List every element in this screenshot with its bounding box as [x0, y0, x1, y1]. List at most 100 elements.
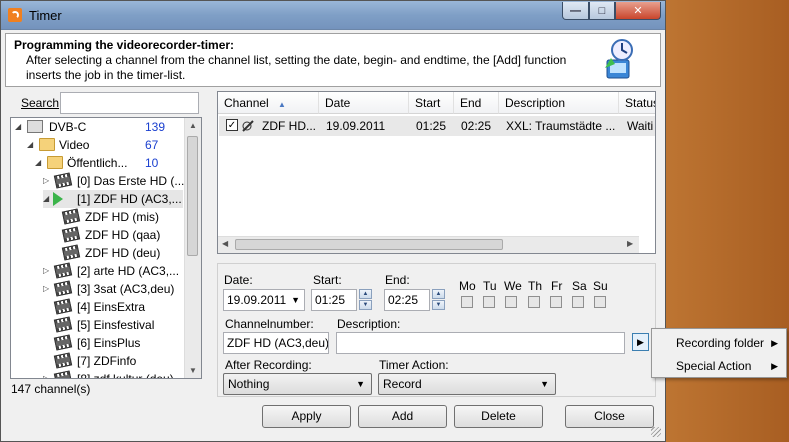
- spin-down-icon[interactable]: ▼: [359, 300, 372, 310]
- scroll-down-icon[interactable]: ▼: [189, 366, 197, 375]
- row-enabled-checkbox[interactable]: ✓: [226, 119, 238, 131]
- film-icon: [53, 370, 73, 378]
- scroll-right-icon[interactable]: ▶: [627, 239, 633, 248]
- apply-button[interactable]: Apply: [262, 405, 351, 428]
- film-icon: [53, 316, 73, 333]
- film-icon: [61, 244, 81, 261]
- film-icon: [53, 262, 73, 279]
- rss-icon: [8, 8, 22, 22]
- search-input[interactable]: [60, 92, 199, 114]
- spin-up-icon[interactable]: ▲: [432, 289, 445, 299]
- menu-item-recording-folder[interactable]: Recording folder ▶: [676, 333, 784, 353]
- maximize-button[interactable]: □: [589, 2, 615, 20]
- channelnumber-field[interactable]: ZDF HD (AC3,deu): [223, 332, 329, 354]
- film-icon: [53, 298, 73, 315]
- film-icon: [61, 208, 81, 225]
- spin-up-icon[interactable]: ▲: [359, 289, 372, 299]
- column-header-start[interactable]: Start: [409, 92, 454, 114]
- description-input[interactable]: [336, 332, 625, 354]
- collapse-icon[interactable]: ◢: [43, 190, 53, 208]
- delete-button[interactable]: Delete: [454, 405, 543, 428]
- timer-action-select[interactable]: Record ▼: [378, 373, 556, 395]
- list-hscrollbar[interactable]: ◀ ▶: [218, 236, 639, 253]
- cell-channel: ZDF HD...: [262, 119, 316, 133]
- cell-date: 19.09.2011: [326, 119, 386, 133]
- timer-list[interactable]: Channel ▲ Date Start End Description Sta…: [217, 91, 656, 254]
- day-label-su: Su: [593, 279, 608, 293]
- day-checkbox-mo[interactable]: [461, 296, 473, 308]
- title-bar[interactable]: Timer — □ ✕: [1, 1, 665, 30]
- timer-window: Timer — □ ✕ Programming the videorecorde…: [0, 0, 666, 442]
- tree-item-label: DVB-C: [49, 120, 87, 134]
- day-checkbox-we[interactable]: [505, 296, 517, 308]
- chevron-down-icon[interactable]: ▼: [356, 374, 365, 394]
- column-header-channel[interactable]: Channel ▲: [218, 92, 319, 114]
- tree-item-label: Öffentlich...: [67, 156, 128, 170]
- day-checkbox-sa[interactable]: [572, 296, 584, 308]
- after-recording-value: Nothing: [228, 377, 270, 391]
- timer-action-label: Timer Action:: [379, 358, 449, 372]
- tree-item-label: [7] ZDFinfo: [77, 354, 137, 368]
- day-checkbox-fr[interactable]: [550, 296, 562, 308]
- start-time-field[interactable]: 01:25: [311, 289, 357, 311]
- column-header-date[interactable]: Date: [319, 92, 409, 114]
- tree-item-count: 139: [145, 120, 166, 134]
- header-description: After selecting a channel from the chann…: [26, 53, 567, 82]
- more-options-button[interactable]: ▶: [632, 333, 649, 351]
- collapse-icon[interactable]: ◢: [27, 136, 37, 154]
- end-time-spinner[interactable]: ▲ ▼: [432, 289, 445, 311]
- satellite-dish-icon: [242, 120, 254, 132]
- channel-tree[interactable]: ◢ DVB-C 139 ◢ Video 67 ◢ Öffentlich... 1…: [10, 117, 202, 379]
- column-header-description[interactable]: Description: [499, 92, 619, 114]
- scroll-thumb[interactable]: [235, 239, 503, 250]
- menu-item-special-action[interactable]: Special Action ▶: [676, 356, 784, 376]
- tree-item-label: [4] EinsExtra: [77, 300, 146, 314]
- menu-item-label: Recording folder: [676, 336, 765, 350]
- column-header-end[interactable]: End: [454, 92, 499, 114]
- spin-down-icon[interactable]: ▼: [432, 300, 445, 310]
- column-header-status[interactable]: Status: [619, 92, 655, 114]
- tree-scrollbar[interactable]: ▲ ▼: [184, 118, 201, 378]
- minimize-button[interactable]: —: [562, 2, 589, 20]
- expand-icon[interactable]: ▷: [43, 370, 53, 378]
- description-label: Description:: [337, 317, 401, 331]
- day-checkbox-th[interactable]: [528, 296, 540, 308]
- scroll-left-icon[interactable]: ◀: [222, 239, 228, 248]
- add-button[interactable]: Add: [358, 405, 447, 428]
- tree-item-count: 67: [145, 138, 159, 152]
- timer-clock-icon: [605, 39, 633, 79]
- sort-ascending-icon: ▲: [278, 100, 286, 109]
- after-recording-select[interactable]: Nothing ▼: [223, 373, 372, 395]
- date-picker[interactable]: 19.09.2011 ▼: [223, 289, 305, 311]
- close-window-button[interactable]: ✕: [615, 2, 661, 20]
- day-checkbox-su[interactable]: [594, 296, 606, 308]
- collapse-icon[interactable]: ◢: [35, 154, 45, 172]
- day-label-fr: Fr: [551, 279, 563, 293]
- day-label-th: Th: [528, 279, 543, 293]
- end-label: End:: [385, 273, 410, 287]
- close-button[interactable]: Close: [565, 405, 654, 428]
- collapse-icon[interactable]: ◢: [15, 118, 25, 136]
- tree-item-label: ZDF HD (mis): [85, 210, 159, 224]
- tree-item-label: [0] Das Erste HD (...: [77, 174, 185, 188]
- day-checkbox-tu[interactable]: [483, 296, 495, 308]
- film-icon: [53, 280, 73, 297]
- expand-icon[interactable]: ▷: [43, 280, 53, 298]
- resize-grip[interactable]: [651, 427, 661, 437]
- tree-item-label: [6] EinsPlus: [77, 336, 141, 350]
- expand-icon[interactable]: ▷: [43, 262, 53, 280]
- header-title: Programming the videorecorder-timer:: [14, 38, 235, 52]
- chevron-down-icon[interactable]: ▼: [291, 290, 300, 310]
- channel-count-status: 147 channel(s): [11, 382, 91, 396]
- end-time-field[interactable]: 02:25: [384, 289, 430, 311]
- tree-item-label: [5] Einsfestival: [77, 318, 155, 332]
- scroll-up-icon[interactable]: ▲: [189, 121, 197, 130]
- tree-item-label: ZDF HD (qaa): [85, 228, 161, 242]
- chevron-down-icon[interactable]: ▼: [540, 374, 549, 394]
- green-arrow-icon: [53, 192, 69, 206]
- scroll-thumb[interactable]: [187, 136, 198, 256]
- tree-item-channel-selected[interactable]: ◢ [1] ZDF HD (AC3,...: [43, 190, 183, 208]
- table-row[interactable]: ✓ ZDF HD... 19.09.2011 01:25 02:25 XXL: …: [219, 116, 655, 136]
- start-time-spinner[interactable]: ▲ ▼: [359, 289, 372, 311]
- expand-icon[interactable]: ▷: [43, 172, 53, 190]
